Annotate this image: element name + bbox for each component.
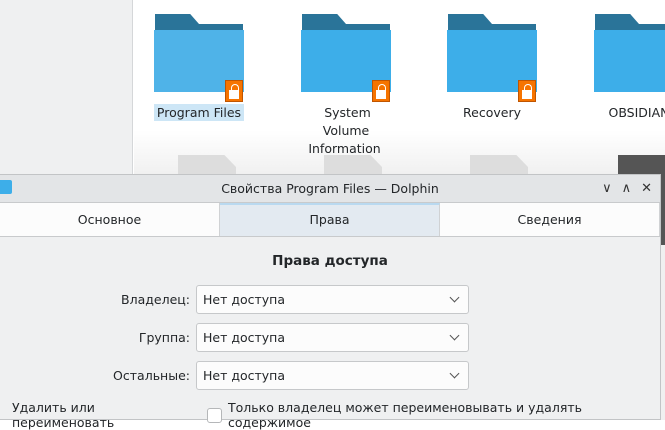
owner-only-checkbox-label[interactable]: Только владелец может переименовывать и … [228, 400, 660, 430]
group-row: Группа: Нет доступа [0, 323, 469, 352]
chevron-down-icon [449, 330, 460, 341]
owner-row: Владелец: Нет доступа [0, 285, 469, 314]
group-access-select[interactable]: Нет доступа [196, 323, 469, 352]
owner-value: Нет доступа [203, 292, 286, 307]
lock-icon [372, 80, 390, 102]
folder-icon [154, 14, 244, 102]
folder-icon [447, 14, 537, 102]
others-row: Остальные: Нет доступа [0, 361, 469, 390]
dolphin-app-icon [0, 180, 12, 194]
file-item-system-volume-information[interactable]: System Volume Information [281, 14, 411, 158]
lock-icon [518, 80, 536, 102]
others-label: Остальные: [113, 368, 190, 383]
owner-label: Владелец: [121, 292, 190, 307]
chevron-down-icon [449, 292, 460, 303]
file-item-recovery[interactable]: Recovery [427, 14, 557, 122]
owner-only-checkbox[interactable] [207, 407, 222, 423]
file-name: OBSIDIAN [608, 105, 665, 120]
others-access-select[interactable]: Нет доступа [196, 361, 469, 390]
file-item-obsidian[interactable]: OBSIDIAN [574, 14, 665, 122]
maximize-icon[interactable]: ∧ [622, 175, 632, 202]
group-value: Нет доступа [203, 330, 286, 345]
tab-general[interactable]: Основное [0, 203, 220, 236]
file-name: Recovery [463, 105, 521, 120]
others-value: Нет доступа [203, 368, 286, 383]
title-bar[interactable]: Свойства Program Files — Dolphin ∨ ∧ ✕ [0, 175, 660, 203]
close-icon[interactable]: ✕ [641, 175, 652, 202]
properties-dialog: Свойства Program Files — Dolphin ∨ ∧ ✕ О… [0, 174, 661, 430]
folder-icon [594, 14, 665, 92]
chevron-down-icon [449, 368, 460, 379]
file-name: Program Files [153, 104, 245, 121]
section-heading: Права доступа [272, 253, 388, 269]
minimize-icon[interactable]: ∨ [602, 175, 612, 202]
group-label: Группа: [138, 330, 190, 345]
lock-icon [225, 80, 243, 102]
delete-row: Удалить или переименовать Только владеле… [12, 400, 660, 430]
owner-access-select[interactable]: Нет доступа [196, 285, 469, 314]
delete-label: Удалить или переименовать [12, 400, 115, 430]
tab-details[interactable]: Сведения [440, 203, 660, 236]
window-title: Свойства Program Files — Dolphin [221, 181, 439, 196]
tab-permissions[interactable]: Права [220, 203, 440, 236]
file-name: System Volume Information [308, 105, 381, 156]
file-item-program-files[interactable]: Program Files [134, 14, 264, 122]
tab-bar: Основное Права Сведения [0, 203, 660, 237]
folder-icon [301, 14, 391, 102]
